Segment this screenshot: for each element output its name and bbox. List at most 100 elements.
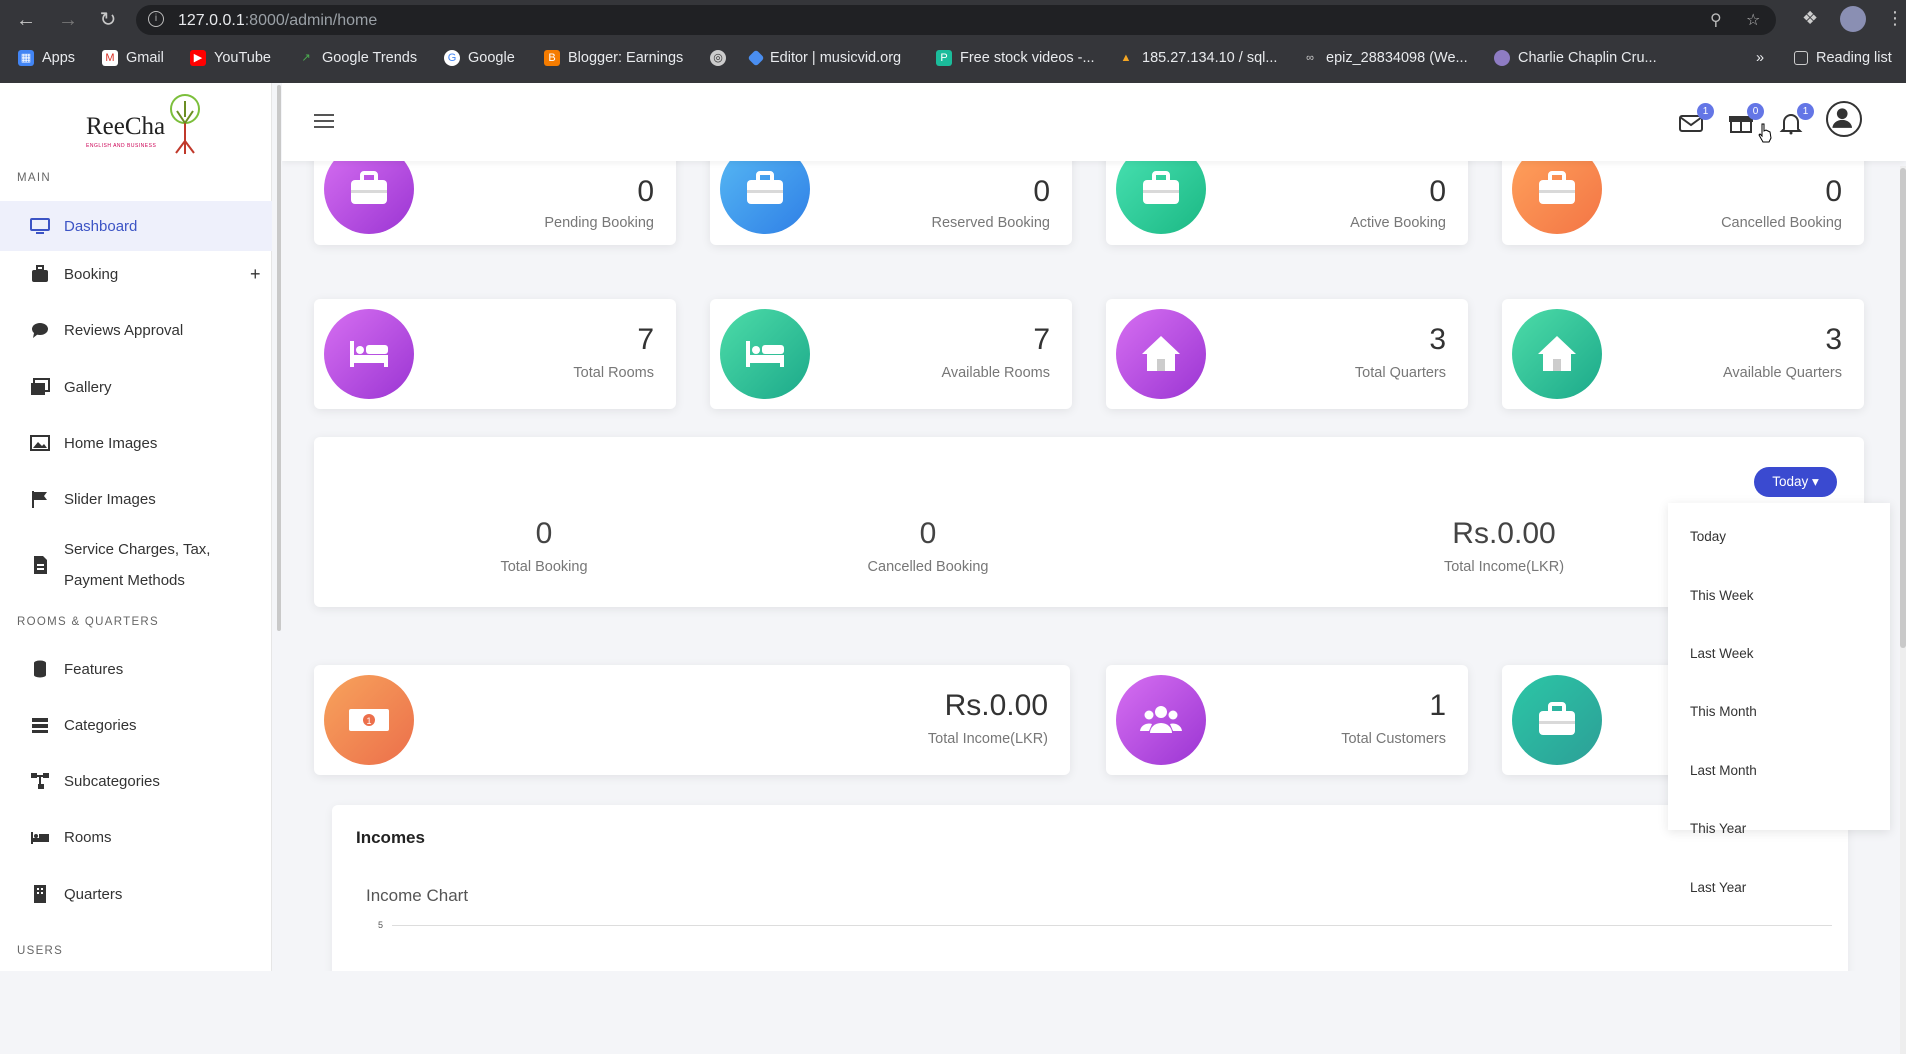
bookmark-infinityfree[interactable]: ∞ epiz_28834098 (We...: [1302, 50, 1468, 66]
bookmark-apps[interactable]: ▦ Apps: [18, 50, 75, 66]
sidebar-item-label: Features: [64, 660, 124, 678]
topbar: 1 0 1: [282, 83, 1906, 161]
dropdown-item-last-week[interactable]: Last Week: [1690, 646, 1754, 661]
svg-text:1: 1: [366, 716, 371, 726]
url-text[interactable]: 127.0.0.1:8000/admin/home: [178, 12, 377, 30]
stat-value: 7: [637, 323, 654, 356]
stat-value: 0: [1033, 175, 1050, 208]
bookmark-blogger[interactable]: B Blogger: Earnings: [544, 50, 683, 66]
globe-icon: ◎: [710, 50, 726, 66]
forward-arrow-icon[interactable]: →: [56, 8, 80, 32]
sidebar-item-categories[interactable]: Categories: [0, 710, 272, 740]
bookmark-stock-videos[interactable]: P Free stock videos -...: [936, 50, 1095, 66]
hand-cursor-icon: [1758, 123, 1772, 143]
sidebar-item-booking[interactable]: Booking +: [0, 259, 272, 289]
bookmark-globe[interactable]: ◎: [710, 50, 726, 66]
mail-notification[interactable]: 1: [1678, 103, 1714, 135]
period-dropdown-menu: Today This Week Last Week This Month Las…: [1668, 503, 1890, 895]
dropdown-item-today[interactable]: Today: [1690, 529, 1726, 544]
sidebar-item-home-images[interactable]: Home Images: [0, 428, 272, 458]
summary-total-income: Rs.0.00 Total Income(LKR): [1404, 517, 1604, 575]
user-avatar-icon[interactable]: [1826, 101, 1862, 137]
stat-card-available-rooms: 7 Available Rooms: [710, 299, 1072, 409]
sidebar-item-label: Service Charges, Tax,: [64, 541, 211, 558]
stat-card-total-income: 1 Rs.0.00 Total Income(LKR): [314, 665, 1070, 775]
bell-notification[interactable]: 1: [1778, 103, 1814, 135]
stat-label: Reserved Booking: [931, 215, 1051, 231]
image-icon: [30, 435, 50, 451]
summary-value: Rs.0.00: [1452, 517, 1556, 550]
sidebar-item-dashboard[interactable]: Dashboard: [0, 201, 272, 251]
expand-plus-icon[interactable]: +: [250, 264, 261, 285]
hamburger-menu-icon[interactable]: [314, 114, 334, 128]
logo[interactable]: ReeCha ENGLISH AND BUSINESS: [80, 91, 200, 161]
google-trends-icon: ↗: [301, 52, 311, 64]
page-scrollbar-thumb[interactable]: [1900, 168, 1906, 648]
sidebar-item-features[interactable]: Features: [0, 654, 272, 684]
stat-value: 3: [1429, 323, 1446, 356]
dropdown-item-this-year[interactable]: This Year: [1690, 821, 1746, 836]
sidebar-item-quarters[interactable]: Quarters: [0, 879, 272, 909]
section-users: USERS: [17, 945, 64, 957]
sidebar-item-label: Dashboard: [64, 217, 138, 235]
summary-value: 0: [919, 517, 937, 550]
stat-value: 7: [1033, 323, 1050, 356]
dropdown-item-last-year[interactable]: Last Year: [1690, 880, 1746, 895]
site-info-icon[interactable]: i: [148, 11, 164, 27]
tree-logo-icon: [170, 94, 200, 154]
sidebar-item-slider-images[interactable]: Slider Images: [0, 484, 272, 514]
logo-text: ReeCha: [86, 113, 166, 140]
house-icon: [1512, 309, 1602, 399]
stat-label: Active Booking: [1350, 215, 1446, 231]
bookmark-google-trends[interactable]: ↗ Google Trends: [298, 50, 417, 66]
google-icon: G: [444, 50, 460, 66]
extensions-puzzle-icon[interactable]: ❖: [1802, 8, 1818, 29]
profile-avatar-icon[interactable]: [1840, 6, 1866, 32]
incomes-card: Incomes Income Chart 5: [332, 805, 1848, 971]
sidebar-item-gallery[interactable]: Gallery: [0, 372, 272, 402]
bookmark-chaplin[interactable]: Charlie Chaplin Cru...: [1494, 50, 1657, 66]
sidebar-item-subcategories[interactable]: Subcategories: [0, 766, 272, 796]
reading-list-icon: [1794, 51, 1808, 65]
infinityfree-icon: ∞: [1306, 52, 1314, 64]
period-filter-button[interactable]: Today ▾: [1754, 467, 1837, 497]
comment-icon: [32, 323, 48, 338]
bell-count-badge: 1: [1797, 103, 1814, 120]
reload-icon[interactable]: ↻: [96, 8, 120, 32]
bookmark-gmail[interactable]: M Gmail: [102, 50, 164, 66]
zoom-icon[interactable]: ⚲: [1710, 10, 1722, 30]
bookmark-musicvid[interactable]: Editor | musicvid.org: [747, 49, 901, 67]
gift-notification[interactable]: 0: [1728, 103, 1764, 135]
address-bar[interactable]: i 127.0.0.1:8000/admin/home ⚲ ☆: [136, 5, 1776, 35]
bookmark-google[interactable]: G Google: [444, 50, 515, 66]
sidebar-item-service-charges[interactable]: Service Charges, Tax, Payment Methods: [0, 535, 272, 595]
income-chart-title: Income Chart: [366, 886, 469, 905]
sidebar-scrollbar[interactable]: [277, 85, 281, 631]
musicvid-icon: [747, 49, 765, 67]
browser-menu-icon[interactable]: ⋮: [1886, 8, 1904, 29]
sidebar-item-reviews-approval[interactable]: Reviews Approval: [0, 315, 272, 345]
bookmarks-overflow[interactable]: »: [1756, 50, 1764, 66]
reading-list[interactable]: Reading list: [1794, 50, 1892, 66]
star-icon[interactable]: ☆: [1746, 10, 1760, 30]
bookmark-phpmyadmin[interactable]: ▲ 185.27.134.10 / sql...: [1118, 50, 1278, 66]
admin-app: ReeCha ENGLISH AND BUSINESS MAIN Dashboa…: [0, 83, 1906, 1054]
dropdown-item-last-month[interactable]: Last Month: [1690, 763, 1757, 778]
monitor-icon: [30, 218, 50, 234]
sidebar-item-rooms[interactable]: Rooms: [0, 822, 272, 852]
stat-value: 1: [1429, 689, 1446, 722]
mail-count-badge: 1: [1697, 103, 1714, 120]
chart-gridline: [392, 925, 1832, 926]
filter-label: Today: [1772, 474, 1809, 489]
dropdown-item-this-week[interactable]: This Week: [1690, 588, 1754, 603]
incomes-title: Incomes: [356, 828, 425, 847]
bookmark-youtube[interactable]: ▶ YouTube: [190, 50, 271, 66]
page-scrollbar[interactable]: [1900, 166, 1906, 1054]
sidebar-item-label: Gallery: [64, 378, 112, 396]
dropdown-item-this-month[interactable]: This Month: [1690, 704, 1757, 719]
stat-value: 0: [1825, 175, 1842, 208]
back-arrow-icon[interactable]: ←: [14, 8, 38, 32]
database-icon: [34, 660, 46, 678]
sidebar-item-label: Home Images: [64, 434, 158, 452]
summary-label: Total Income(LKR): [1443, 559, 1565, 575]
